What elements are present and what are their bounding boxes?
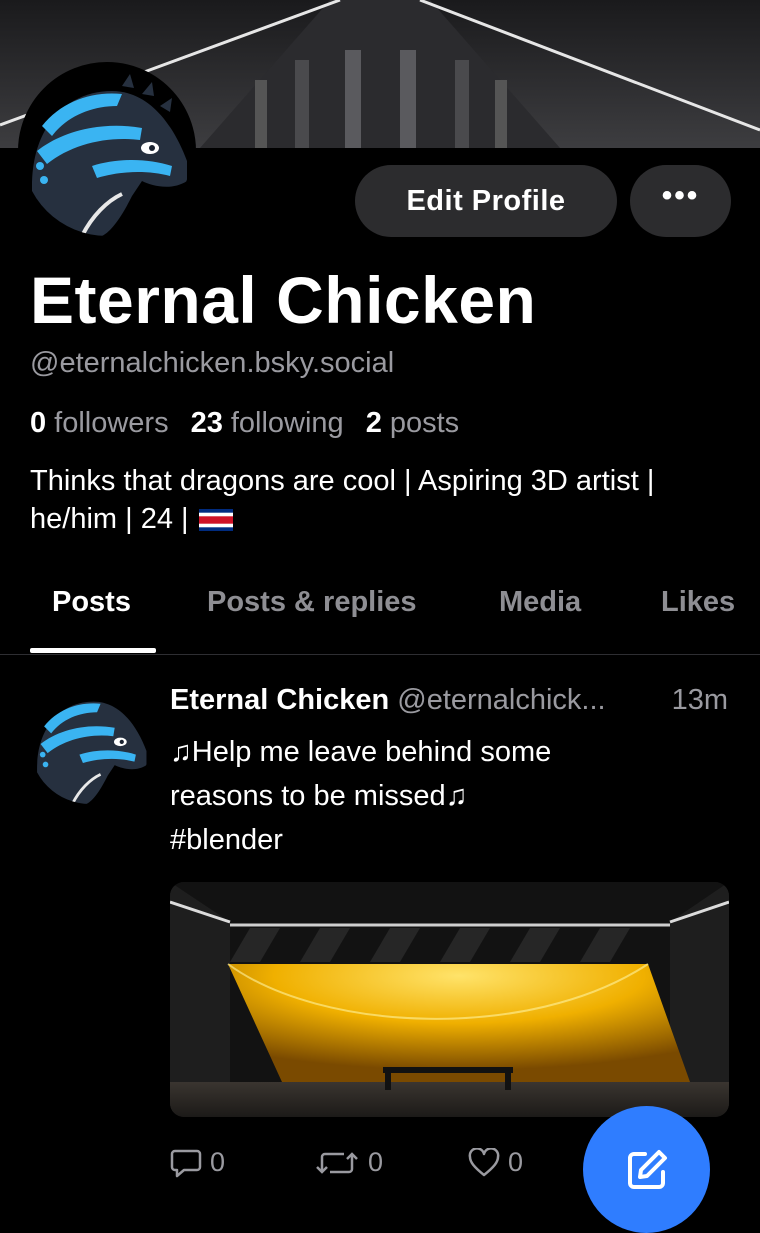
post-author-avatar[interactable] — [30, 684, 150, 804]
more-options-button[interactable]: ••• — [630, 165, 731, 237]
ellipsis-icon: ••• — [661, 179, 700, 212]
post-author-handle[interactable]: @eternalchick... — [397, 684, 605, 716]
dragon-avatar-icon — [22, 66, 192, 236]
like-button[interactable]: 0 — [468, 1147, 523, 1178]
post-text-line: ♫Help me leave behind some — [170, 736, 552, 768]
post-text-line: reasons to be missed♫ — [170, 780, 468, 812]
post-author-name[interactable]: Eternal Chicken — [170, 684, 389, 716]
edit-profile-label: Edit Profile — [406, 184, 566, 217]
following-stat[interactable]: 23 following — [191, 407, 344, 440]
tab-posts-and-replies[interactable]: Posts & replies — [207, 586, 417, 619]
active-tab-indicator — [30, 648, 156, 653]
profile-avatar[interactable] — [18, 62, 196, 240]
post-hashtag-link[interactable]: #blender — [170, 818, 730, 862]
reply-button[interactable]: 0 — [170, 1147, 225, 1178]
display-name: Eternal Chicken — [30, 263, 537, 337]
profile-tabs: Posts Posts & replies Media Likes — [0, 566, 760, 655]
profile-stats: 0 followers 23 following 2 posts — [30, 407, 481, 440]
costa-rica-flag-icon — [198, 509, 233, 531]
posts-label: posts — [389, 407, 460, 439]
like-count: 0 — [508, 1147, 524, 1177]
post-header: Eternal Chicken @eternalchick... 13m — [170, 684, 740, 717]
heart-icon — [468, 1147, 500, 1176]
compose-post-button[interactable] — [583, 1106, 710, 1233]
repost-count: 0 — [368, 1147, 384, 1177]
post-timestamp[interactable]: 13m — [672, 684, 728, 717]
post-image-render — [170, 882, 729, 1117]
reply-count: 0 — [210, 1147, 226, 1177]
dragon-avatar-icon — [30, 684, 150, 804]
following-label: following — [230, 407, 344, 439]
posts-stat: 2 posts — [366, 407, 459, 440]
tab-likes[interactable]: Likes — [661, 586, 735, 619]
bio-text: Thinks that dragons are cool | Aspiring … — [30, 465, 655, 535]
followers-stat[interactable]: 0 followers — [30, 407, 169, 440]
repost-icon — [316, 1151, 358, 1174]
edit-profile-button[interactable]: Edit Profile — [355, 165, 617, 237]
profile-handle: @eternalchicken.bsky.social — [30, 347, 395, 379]
tab-media[interactable]: Media — [499, 586, 581, 619]
repost-button[interactable]: 0 — [314, 1147, 383, 1178]
compose-icon — [627, 1149, 667, 1189]
followers-label: followers — [54, 407, 169, 439]
post-text: ♫Help me leave behind some reasons to be… — [170, 730, 730, 862]
followers-count: 0 — [30, 407, 47, 439]
tab-posts[interactable]: Posts — [52, 586, 131, 619]
comment-icon — [170, 1149, 202, 1177]
post-image[interactable] — [170, 882, 729, 1117]
following-count: 23 — [190, 407, 223, 439]
profile-bio: Thinks that dragons are cool | Aspiring … — [30, 462, 740, 538]
posts-count: 2 — [365, 407, 382, 439]
